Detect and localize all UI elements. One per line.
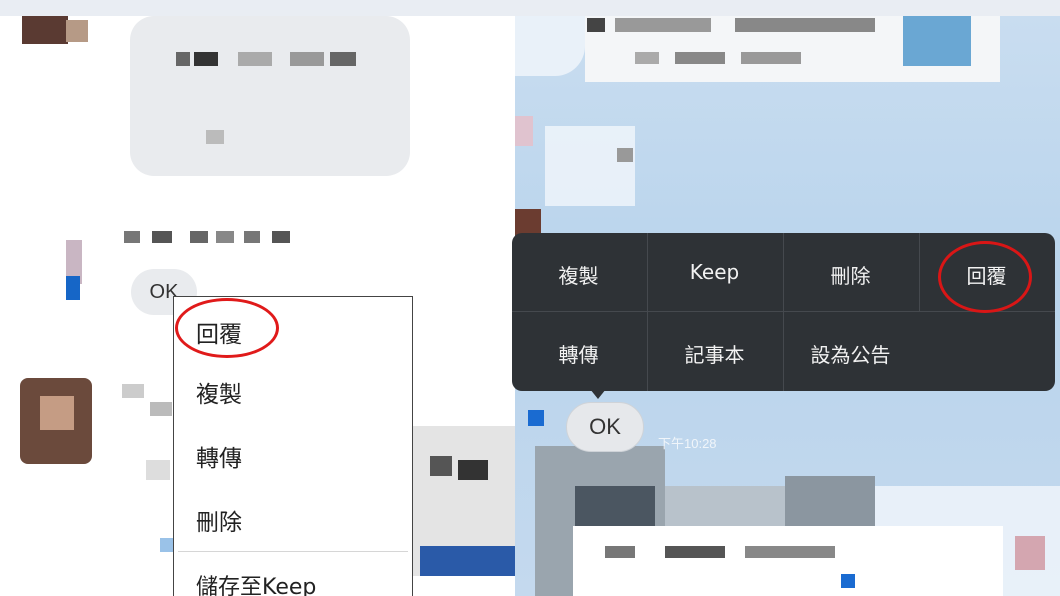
background-cloud (515, 16, 585, 76)
redacted-text-block (194, 52, 218, 66)
menu-item-copy[interactable]: 複製 (516, 260, 641, 289)
redacted-text-block (160, 538, 174, 552)
redacted-text-block (635, 52, 659, 64)
avatar[interactable] (515, 116, 533, 146)
avatar-fragment (528, 410, 544, 426)
menu-item-delete[interactable]: 刪除 (196, 503, 242, 537)
message-bubble-ok[interactable]: OK (566, 402, 644, 452)
redacted-text-block (675, 52, 725, 64)
redacted-text-block (238, 52, 272, 66)
redacted-image-fragment (430, 456, 452, 476)
menu-divider (178, 551, 408, 552)
highlight-circle (175, 298, 279, 358)
redacted-text-block (617, 148, 633, 162)
menu-item-save-to-keep[interactable]: 儲存至Keep (196, 569, 316, 596)
redacted-text-block (665, 546, 725, 558)
avatar[interactable] (22, 16, 68, 44)
message-timestamp: 下午10:28 (658, 436, 717, 451)
avatar-fragment (40, 396, 74, 430)
redacted-text-block (741, 52, 801, 64)
redacted-text-block (150, 402, 172, 416)
menu-pointer-arrow (590, 389, 606, 399)
menu-item-delete[interactable]: 刪除 (788, 260, 913, 289)
sender-name-redacted (124, 231, 140, 243)
redacted-image (903, 16, 971, 66)
menu-item-set-announcement[interactable]: 設為公告 (788, 339, 913, 368)
menu-item-copy[interactable]: 複製 (196, 375, 242, 409)
redacted-text-block (745, 546, 835, 558)
menu-item-forward[interactable]: 轉傳 (516, 339, 641, 368)
sender-name-redacted (190, 231, 208, 243)
redacted-text-block (841, 574, 855, 588)
avatar[interactable] (1015, 536, 1045, 570)
highlight-circle (938, 241, 1032, 313)
redacted-image-fragment (458, 460, 488, 480)
menu-divider (647, 233, 648, 391)
background-cloud (545, 126, 635, 206)
redacted-text-block (206, 130, 224, 144)
left-chat-screenshot: OK 回覆 複製 轉傳 刪除 儲存至Keep (0, 16, 515, 596)
menu-divider (919, 233, 920, 311)
menu-item-notes[interactable]: 記事本 (652, 339, 777, 368)
redacted-text-block (587, 18, 605, 32)
sender-name-redacted (272, 231, 290, 243)
redacted-message-bubble[interactable] (130, 16, 410, 176)
redacted-text-block (615, 18, 711, 32)
menu-divider (783, 233, 784, 391)
sender-name-redacted (244, 231, 260, 243)
top-status-strip (0, 0, 1060, 16)
menu-item-forward[interactable]: 轉傳 (196, 439, 242, 473)
sender-name-redacted (152, 231, 172, 243)
redacted-text-block (176, 52, 190, 66)
redacted-text-block (122, 384, 144, 398)
avatar-fragment (66, 276, 80, 300)
redacted-text-block (290, 52, 324, 66)
menu-item-keep[interactable]: Keep (652, 260, 777, 284)
redacted-text-block (735, 18, 875, 32)
sender-name-redacted (216, 231, 234, 243)
redacted-text-block (146, 460, 170, 480)
redacted-text-block (330, 52, 356, 66)
redacted-text-block (605, 546, 635, 558)
avatar-fragment (66, 20, 88, 42)
redacted-message-bubble[interactable] (573, 526, 1003, 596)
redacted-image-fragment (420, 546, 515, 576)
